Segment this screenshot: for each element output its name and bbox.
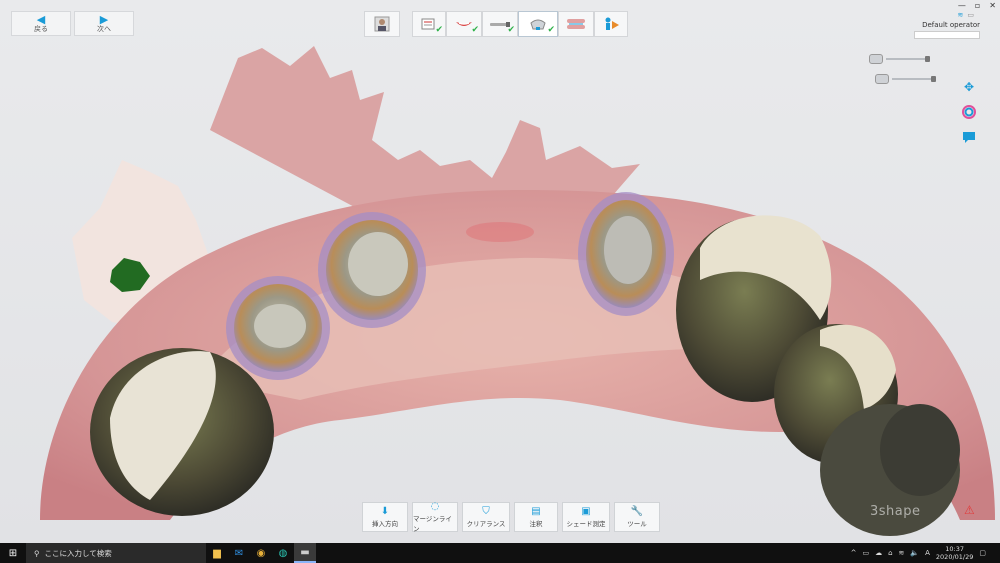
battery-icon[interactable]: ▭ xyxy=(862,549,869,557)
notification-icon[interactable]: ▢ xyxy=(979,549,986,557)
margin-line-button[interactable]: ◌ マージンライン xyxy=(412,501,458,533)
trios-app-icon[interactable]: ▬ xyxy=(294,543,316,563)
ime-icon[interactable]: A xyxy=(925,549,930,557)
upper-jaw-icon xyxy=(869,54,883,64)
minimize-button[interactable]: — xyxy=(958,1,966,10)
prepared-tooth-1 xyxy=(226,276,330,380)
molar-left xyxy=(90,348,274,516)
shade-icon: ▣ xyxy=(581,506,591,517)
step-send[interactable] xyxy=(594,11,628,37)
system-tray: ^ ▭ ☁ ⌂ ≋ 🔈 A 10:37 2020/01/29 ▢ xyxy=(851,543,986,563)
cloud-icon[interactable]: ☁ xyxy=(875,549,882,557)
step-smile[interactable]: ✔ xyxy=(446,11,482,37)
clearance-button[interactable]: ⛉ クリアランス xyxy=(462,502,510,532)
insertion-arrow-icon: ⬇ xyxy=(380,506,390,517)
step-scanner[interactable]: ✔ xyxy=(482,11,518,37)
upper-jaw-slider[interactable] xyxy=(869,52,930,66)
operator-field[interactable] xyxy=(914,31,980,39)
shade-measure-button[interactable]: ▣ シェード測定 xyxy=(562,502,610,532)
lower-jaw-slider[interactable] xyxy=(875,72,936,86)
warning-icon[interactable]: ⚠ xyxy=(964,503,975,517)
upper-jaw-slider-track[interactable] xyxy=(886,56,930,62)
bottom-toolbar: ⬇ 挿入方向 ◌ マージンライン ⛉ クリアランス ▤ 注釈 ▣ シェード測定 … xyxy=(362,501,660,533)
operator-name: Default operator xyxy=(922,21,980,29)
window-controls: — ▫ ✕ xyxy=(958,1,996,10)
dental-scan-model[interactable] xyxy=(0,0,1000,543)
wifi-icon: ≋ xyxy=(957,11,964,19)
brand-watermark: 3shape xyxy=(870,504,921,519)
volume-icon[interactable]: 🔈 xyxy=(910,549,919,557)
clock[interactable]: 10:37 2020/01/29 xyxy=(936,545,973,561)
battery-icon: ▭ xyxy=(967,11,974,19)
app-globe-icon[interactable]: ◍ xyxy=(272,543,294,563)
step-patient[interactable] xyxy=(364,11,400,37)
forward-button[interactable]: ▶ 次へ xyxy=(74,11,134,36)
tooth-scan-icon xyxy=(530,19,546,30)
check-icon: ✔ xyxy=(507,25,515,35)
person-send-icon xyxy=(605,17,619,30)
chrome-icon[interactable]: ◉ xyxy=(250,543,272,563)
tooth-icon: ⛉ xyxy=(482,506,490,517)
arrow-left-icon: ◀ xyxy=(36,13,46,26)
bite-icon xyxy=(567,19,585,29)
wrench-icon: 🔧 xyxy=(630,506,644,517)
lower-jaw-slider-track[interactable] xyxy=(892,76,936,82)
windows-start-icon[interactable]: ⊞ xyxy=(0,543,26,563)
maximize-button[interactable]: ▫ xyxy=(975,1,980,10)
insert-direction-button[interactable]: ⬇ 挿入方向 xyxy=(362,502,408,532)
step-bite[interactable] xyxy=(558,11,594,37)
network-icon[interactable]: ⌂ xyxy=(888,549,892,557)
step-scan-upper[interactable]: ✔ xyxy=(518,11,558,37)
lower-jaw-icon xyxy=(875,74,889,84)
check-icon: ✔ xyxy=(471,25,479,35)
comment-icon: ▤ xyxy=(531,506,541,517)
workflow-steps: ✔ ✔ ✔ ✔ xyxy=(364,11,628,37)
status-icons: ≋ ▭ xyxy=(958,11,975,19)
close-button[interactable]: ✕ xyxy=(989,1,996,10)
tools-button[interactable]: 🔧 ツール xyxy=(614,502,660,532)
3d-viewport[interactable] xyxy=(0,0,1000,543)
back-button[interactable]: ◀ 戻る xyxy=(11,11,71,36)
search-icon: ⚲ xyxy=(34,548,40,558)
file-explorer-icon[interactable]: ▆ xyxy=(206,543,228,563)
margin-circle-icon: ◌ xyxy=(430,501,440,512)
taskbar: ⊞ ⚲ ここに入力して検索 ▆ ✉ ◉ ◍ ▬ ^ ▭ ☁ ⌂ ≋ 🔈 A 10… xyxy=(0,543,1000,563)
chevron-up-icon[interactable]: ^ xyxy=(851,549,857,557)
prepared-tooth-3 xyxy=(578,192,674,316)
color-wheel-icon[interactable] xyxy=(960,103,978,121)
move-icon[interactable]: ✥ xyxy=(960,78,978,96)
wifi-icon[interactable]: ≋ xyxy=(899,549,905,557)
step-order-form[interactable]: ✔ xyxy=(412,11,446,37)
prepared-tooth-2 xyxy=(318,212,426,328)
scan-tissue-upper xyxy=(210,46,640,210)
outlook-icon[interactable]: ✉ xyxy=(228,543,250,563)
check-icon: ✔ xyxy=(547,25,555,35)
arrow-right-icon: ▶ xyxy=(99,13,109,26)
check-icon: ✔ xyxy=(435,25,443,35)
comment-icon[interactable] xyxy=(960,128,978,146)
taskbar-search[interactable]: ⚲ ここに入力して検索 xyxy=(26,543,206,563)
patient-photo-icon xyxy=(374,16,390,32)
annotation-button[interactable]: ▤ 注釈 xyxy=(514,502,558,532)
